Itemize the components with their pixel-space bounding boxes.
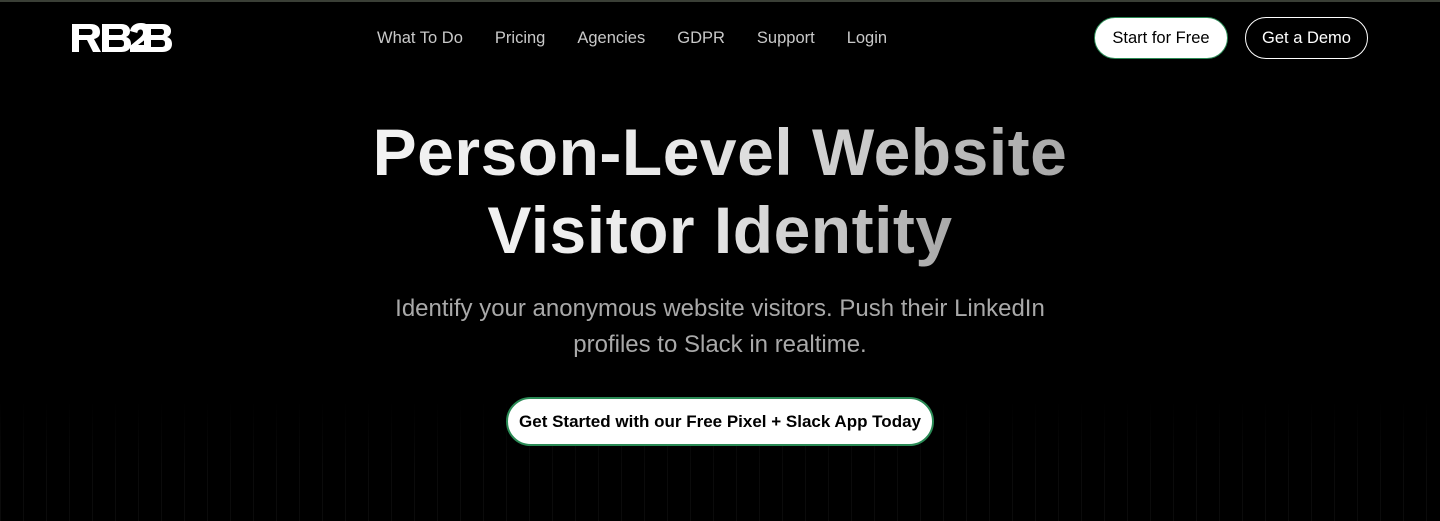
hero-title-line-2: Visitor Identity — [487, 193, 953, 267]
get-started-cta-button[interactable]: Get Started with our Free Pixel + Slack … — [506, 397, 934, 446]
start-for-free-button[interactable]: Start for Free — [1094, 17, 1228, 59]
nav-gdpr[interactable]: GDPR — [677, 28, 725, 48]
nav-pricing[interactable]: Pricing — [495, 28, 545, 48]
logo-icon — [72, 23, 172, 52]
hero-subtitle: Identify your anonymous website visitors… — [395, 295, 1045, 358]
main-nav: What To Do Pricing Agencies GDPR Support… — [377, 28, 919, 48]
hero-title-line-1: Person-Level Website — [372, 115, 1068, 189]
nav-what-to-do[interactable]: What To Do — [377, 28, 463, 48]
get-a-demo-button[interactable]: Get a Demo — [1245, 17, 1368, 59]
hero-title: Person-Level Website Visitor Identity — [0, 113, 1440, 269]
nav-login[interactable]: Login — [847, 28, 887, 48]
nav-agencies[interactable]: Agencies — [577, 28, 645, 48]
rb2b-logo[interactable] — [72, 22, 172, 54]
top-border — [0, 0, 1440, 2]
landing-page: What To Do Pricing Agencies GDPR Support… — [0, 0, 1440, 521]
nav-support[interactable]: Support — [757, 28, 815, 48]
